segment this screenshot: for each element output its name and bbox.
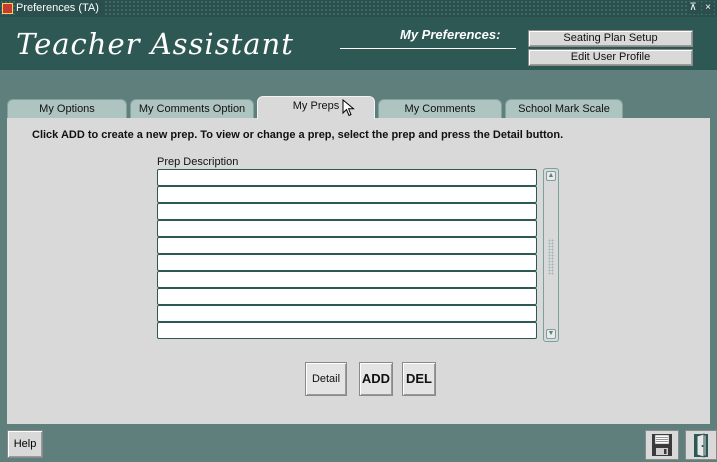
prep-description-header: Prep Description (157, 156, 239, 168)
header-divider (340, 48, 516, 49)
prep-description-field[interactable] (157, 169, 537, 186)
tab-my-preps-label: My Preps (292, 100, 340, 112)
edit-user-profile-button[interactable]: Edit User Profile (528, 49, 693, 66)
prep-description-field[interactable] (157, 322, 537, 339)
detail-button[interactable]: Detail (305, 362, 347, 396)
window-title: Preferences (TA) (16, 0, 103, 17)
prep-description-field[interactable] (157, 237, 537, 254)
save-button[interactable] (645, 430, 679, 460)
prep-description-field[interactable] (157, 305, 537, 322)
app-icon (2, 3, 13, 14)
prep-description-field[interactable] (157, 288, 537, 305)
prep-description-field[interactable] (157, 271, 537, 288)
exit-door-icon (694, 433, 708, 458)
prep-list-scrollbar[interactable]: ▲ ▼ (543, 168, 559, 342)
tab-school-mark-scale[interactable]: School Mark Scale (505, 99, 623, 119)
preps-panel: Click ADD to create a new prep. To view … (7, 118, 710, 424)
tab-strip: My Options My Comments Option My Preps M… (0, 70, 717, 119)
seating-plan-setup-button[interactable]: Seating Plan Setup (528, 30, 693, 47)
app-logo: Teacher Assistant (16, 27, 294, 61)
prep-description-field[interactable] (157, 254, 537, 271)
close-window-icon[interactable]: × (702, 2, 714, 14)
tab-my-comments[interactable]: My Comments (378, 99, 502, 119)
prep-list (157, 169, 537, 339)
mouse-pointer-icon (342, 99, 355, 117)
prep-description-field[interactable] (157, 186, 537, 203)
scroll-down-icon[interactable]: ▼ (546, 329, 556, 339)
delete-button[interactable]: DEL (402, 362, 436, 396)
section-label: My Preferences: (400, 27, 501, 42)
window-title-bar[interactable]: Preferences (TA) ⊼ × (0, 0, 717, 17)
tab-my-comments-option[interactable]: My Comments Option (130, 99, 254, 119)
prep-description-field[interactable] (157, 203, 537, 220)
scroll-grip-icon[interactable] (548, 239, 554, 275)
prep-description-field[interactable] (157, 220, 537, 237)
footer-bar: Help (0, 424, 717, 462)
scroll-up-icon[interactable]: ▲ (546, 171, 556, 181)
floppy-disk-icon (652, 434, 672, 456)
app-header: Teacher Assistant My Preferences: Seatin… (0, 17, 717, 70)
tab-my-preps[interactable]: My Preps (257, 96, 375, 119)
instruction-text: Click ADD to create a new prep. To view … (32, 129, 564, 141)
tab-my-options[interactable]: My Options (7, 99, 127, 119)
restore-window-icon[interactable]: ⊼ (687, 2, 699, 14)
add-button[interactable]: ADD (359, 362, 393, 396)
help-button[interactable]: Help (7, 430, 43, 458)
exit-button[interactable] (685, 430, 717, 460)
